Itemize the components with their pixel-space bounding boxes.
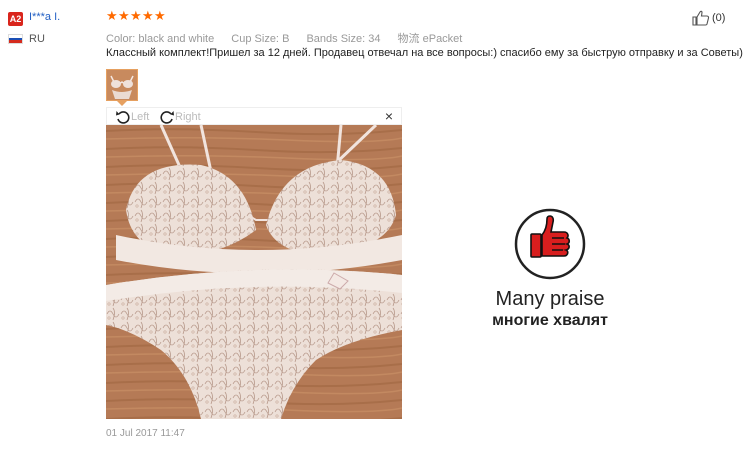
close-viewer-button[interactable]: × (385, 108, 393, 124)
attr-color-key: Color: (106, 33, 136, 45)
star-icon: ★ (106, 8, 118, 23)
helpful-count: (0) (712, 12, 726, 24)
star-icon: ★ (154, 8, 166, 23)
reviewer-country: RU (29, 33, 45, 45)
thumbs-up-icon (692, 10, 710, 26)
thumbnail-selected-caret (117, 101, 127, 106)
attr-cup-key: Cup Size: (231, 33, 279, 45)
star-icon: ★ (130, 8, 142, 23)
attr-band-value: 34 (368, 33, 381, 45)
praise-text-russian: многие хвалят (492, 312, 608, 329)
praise-text-english: Many praise (495, 288, 605, 310)
review-photo-thumbnail[interactable] (106, 69, 138, 101)
reviewer-level-badge: A2 (8, 12, 23, 26)
review-photo-large (106, 125, 402, 419)
rotate-left-button[interactable]: Left (115, 109, 149, 125)
lingerie-thumbnail-image (107, 70, 137, 100)
rotate-right-icon (160, 111, 174, 124)
review-date: 01 Jul 2017 11:47 (106, 428, 185, 439)
attr-color-value: black and white (138, 33, 215, 45)
image-viewer-toolbar: Left Right × (106, 107, 402, 125)
red-thumbs-up-icon (514, 208, 586, 280)
rotate-right-button[interactable]: Right (159, 109, 201, 125)
rotate-left-icon (116, 111, 130, 124)
rotate-left-label: Left (131, 111, 150, 123)
star-icon: ★ (142, 8, 154, 23)
star-rating: ★ ★ ★ ★ ★ (106, 8, 166, 23)
attr-shipping-key: 物流 (397, 33, 420, 45)
reviewer-name-link[interactable]: I***a I. (29, 11, 60, 23)
star-icon: ★ (118, 8, 130, 23)
lingerie-photo-image (106, 125, 402, 419)
order-attributes: Color: black and white Cup Size: B Bands… (106, 30, 476, 46)
many-praise-badge: Many praise многие хвалят (480, 208, 620, 330)
rotate-right-label: Right (175, 111, 201, 123)
attr-cup-value: B (282, 33, 290, 45)
russia-flag-icon (8, 34, 23, 44)
attr-band-key: Bands Size: (306, 33, 366, 45)
review-text: Классный комплект!Пришел за 12 дней. Про… (106, 47, 743, 59)
helpful-button[interactable]: (0) (692, 10, 725, 26)
attr-shipping-value: ePacket (422, 33, 463, 45)
